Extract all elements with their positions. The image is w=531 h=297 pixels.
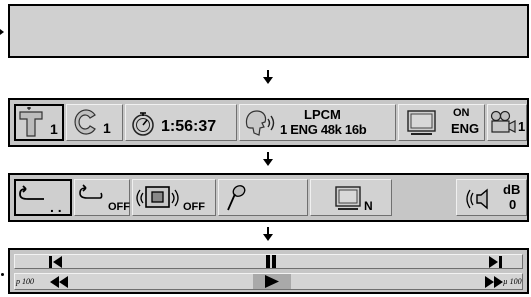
picture-cell[interactable]: N [310, 179, 392, 216]
play-icon[interactable] [265, 275, 279, 288]
fast-reverse-icon[interactable] [50, 276, 68, 288]
volume-unit: dB [503, 182, 521, 197]
title-icon [19, 107, 43, 137]
repeat-state: OFF [108, 201, 130, 213]
step-back-icon[interactable] [49, 256, 63, 268]
pointer-arrow-top [0, 29, 4, 35]
title-number: 1 [50, 121, 58, 137]
slow-forward-label: µ 100 [503, 277, 522, 286]
marker-cell[interactable] [218, 179, 308, 216]
repeat-ab-state: . . [50, 199, 62, 215]
down-arrow-icon [262, 152, 274, 166]
pointer-dot [1, 273, 4, 276]
down-arrow-icon [262, 70, 274, 84]
camera-angle-icon [490, 110, 516, 133]
audio-icon [245, 110, 275, 136]
tv-subtitle-icon [407, 110, 436, 135]
volume-cell[interactable]: dB 0 [456, 179, 527, 216]
subtitle-state: ON [453, 107, 470, 119]
fast-forward-icon[interactable] [485, 276, 503, 288]
surround-cell[interactable]: OFF [132, 179, 216, 216]
surround-icon [136, 186, 179, 208]
audio-format: LPCM [304, 107, 341, 122]
time-display: 1:56:37 [161, 118, 217, 135]
surround-state: OFF [183, 201, 205, 213]
speed-track[interactable]: p 100 µ 100 [14, 273, 523, 290]
picture-mode: N [364, 199, 373, 213]
angle-cell[interactable]: 1 [487, 104, 527, 141]
volume-value: 0 [509, 197, 517, 212]
title-cell[interactable]: 1 [14, 104, 64, 141]
repeat-cell[interactable]: OFF [74, 179, 130, 216]
clock-icon [132, 112, 154, 136]
pause-icon[interactable] [265, 255, 277, 268]
repeat-icon [79, 184, 103, 199]
info-bar: 1 1 1:56:37 LPCM 1 ENG 48k 16b ON ENG 1 [8, 98, 529, 147]
step-forward-icon[interactable] [488, 256, 502, 268]
down-arrow-icon [262, 227, 274, 241]
subtitle-cell[interactable]: ON ENG [398, 104, 485, 141]
chapter-icon [74, 109, 96, 135]
subtitle-language: ENG [451, 121, 480, 136]
marker-icon [227, 185, 246, 211]
picture-tv-icon [335, 186, 361, 210]
chapter-cell[interactable]: 1 [66, 104, 123, 141]
chapter-number: 1 [103, 120, 111, 136]
top-panel [8, 4, 529, 58]
audio-details: 1 ENG 48k 16b [280, 122, 367, 137]
playback-bar: p 100 µ 100 [8, 248, 529, 294]
audio-cell[interactable]: LPCM 1 ENG 48k 16b [239, 104, 396, 141]
settings-bar: . . OFF OFF N dB 0 [8, 173, 529, 222]
angle-number: 1 [518, 119, 526, 134]
frame-step-track[interactable] [14, 254, 523, 269]
repeat-ab-cell[interactable]: . . [14, 179, 72, 216]
repeat-ab-icon [19, 185, 44, 200]
speaker-icon [466, 188, 488, 210]
time-cell[interactable]: 1:56:37 [125, 104, 237, 141]
slow-reverse-label: p 100 [16, 277, 34, 286]
